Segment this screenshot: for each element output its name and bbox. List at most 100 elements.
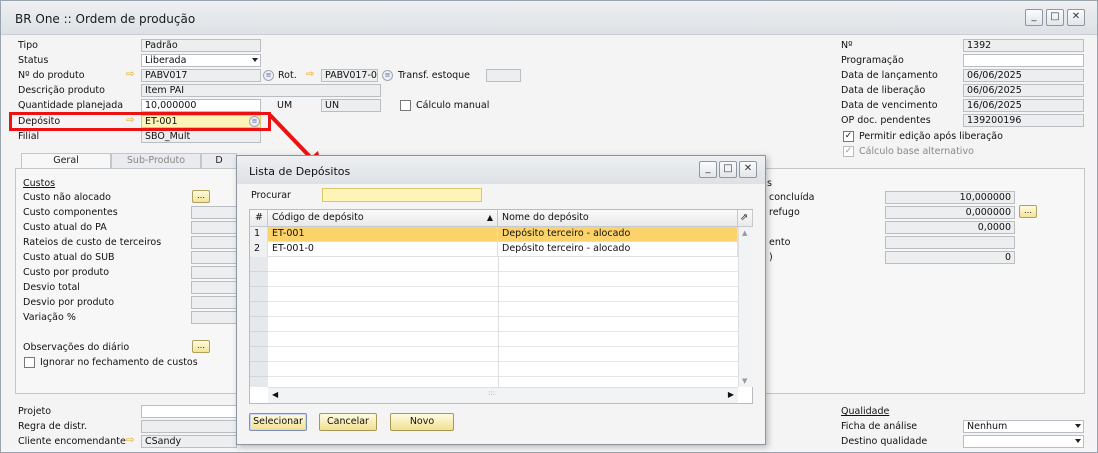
data-lancamento-label: Data de lançamento [841, 70, 938, 81]
refugo-field[interactable]: 0,000000 [885, 206, 1015, 219]
rot-field[interactable]: PABV017-01 [321, 69, 378, 82]
cancelar-button[interactable]: Cancelar [319, 413, 377, 431]
value-field[interactable]: 0,0000 [885, 221, 1015, 234]
ficha-label: Ficha de análise [841, 421, 918, 432]
table-row[interactable]: 1 ET-001 Depósito terceiro - alocado [250, 227, 738, 242]
custo-nao-alocado-button[interactable]: … [192, 190, 210, 203]
empty-rows [268, 257, 738, 387]
calculo-manual-label: Cálculo manual [416, 100, 490, 111]
maximize-button[interactable]: □ [1046, 9, 1064, 26]
um-field[interactable]: UN [321, 99, 381, 112]
cliente-field[interactable]: CSandy [141, 435, 237, 448]
title-bar: BR One :: Ordem de produção _ □ ✕ [1, 1, 1097, 35]
programacao-field[interactable] [963, 54, 1084, 67]
column-header[interactable]: Nome do depósito [498, 210, 738, 227]
status-select[interactable]: Liberada [141, 54, 261, 67]
numero-field[interactable]: 1392 [963, 39, 1084, 52]
link-arrow-icon[interactable]: ⇨ [126, 70, 137, 80]
ignorar-label: Ignorar no fechamento de custos [40, 357, 198, 368]
ento-label: ento [769, 237, 791, 248]
cost-label: Variação % [23, 312, 76, 323]
scroll-up-icon[interactable]: ▲ [742, 229, 747, 237]
cost-label: Rateios de custo de terceiros [23, 237, 162, 248]
cliente-label: Cliente encomendante [18, 436, 126, 447]
ignorar-checkbox[interactable] [24, 357, 35, 368]
projeto-label: Projeto [18, 406, 52, 417]
column-divider [498, 257, 499, 387]
row-code: ET-001 [268, 227, 498, 242]
search-input[interactable] [322, 188, 482, 202]
selecionar-button[interactable]: Selecionar [249, 413, 307, 431]
rot-label: Rot. [278, 70, 297, 81]
link-arrow-icon[interactable]: ⇨ [306, 70, 317, 80]
scroll-right-icon[interactable]: ▶ [728, 390, 734, 399]
refugo-label: refugo [769, 207, 800, 218]
filial-label: Filial [18, 131, 40, 142]
produto-field[interactable]: PABV017 [141, 69, 261, 82]
numero-label: Nº [841, 40, 853, 51]
destino-select[interactable] [963, 435, 1084, 448]
tipo-field[interactable]: Padrão [141, 39, 261, 52]
cost-field[interactable] [191, 206, 237, 219]
filial-field[interactable]: SBO_Mult [141, 130, 261, 143]
projeto-field[interactable] [141, 405, 237, 418]
choose-list-icon[interactable]: ≡ [382, 70, 393, 81]
scroll-left-icon[interactable]: ◀ [272, 390, 278, 399]
ficha-select[interactable]: Nenhum [963, 420, 1084, 433]
horizontal-scrollbar[interactable]: ◀::: ▶ [268, 387, 738, 403]
close-button[interactable]: ✕ [739, 161, 757, 178]
data-vencimento-label: Data de vencimento [841, 100, 938, 111]
tab-d[interactable]: D [201, 153, 237, 168]
observacoes-button[interactable]: … [192, 340, 210, 353]
close-button[interactable]: ✕ [1067, 9, 1085, 26]
scroll-thumb[interactable]: ::: [488, 389, 495, 397]
cost-field[interactable] [191, 281, 237, 294]
expand-icon[interactable]: ⇗ [738, 210, 753, 227]
cost-label: Custo não alocado [23, 192, 111, 203]
lista-depositos-dialog: Lista de Depósitos _ □ ✕ Procurar # Códi… [236, 155, 766, 445]
tab-geral[interactable]: Geral [21, 153, 111, 168]
cost-label: Custo por produto [23, 267, 110, 278]
ento-field[interactable] [885, 236, 1015, 249]
cost-field[interactable] [191, 236, 237, 249]
concluida-field[interactable]: 10,000000 [885, 191, 1015, 204]
vertical-scrollbar[interactable]: ▲ ▼ [738, 227, 753, 387]
descricao-field[interactable]: Item PAI [141, 84, 381, 97]
row-number: 1 [250, 227, 268, 242]
scroll-down-icon[interactable]: ▼ [742, 377, 747, 385]
cost-field[interactable] [191, 296, 237, 309]
minimize-button[interactable]: _ [699, 161, 717, 178]
op-pendentes-field[interactable]: 139200196 [963, 114, 1084, 127]
minimize-button[interactable]: _ [1025, 9, 1043, 26]
cost-field[interactable] [191, 311, 237, 324]
column-header[interactable]: Código de depósito ▲ [268, 210, 498, 227]
transf-field[interactable] [486, 69, 521, 82]
tab-sub-produto[interactable]: Sub-Produto [111, 153, 201, 168]
cost-field[interactable] [191, 221, 237, 234]
row-header-column [250, 257, 268, 387]
cost-field[interactable] [191, 266, 237, 279]
paren-field[interactable]: 0 [885, 251, 1015, 264]
data-vencimento-field[interactable]: 16/06/2025 [963, 99, 1084, 112]
op-pendentes-label: OP doc. pendentes [841, 115, 931, 126]
transf-label: Transf. estoque [398, 70, 471, 81]
link-arrow-icon[interactable]: ⇨ [126, 436, 137, 446]
regra-field[interactable] [141, 420, 237, 433]
column-header[interactable]: # [250, 210, 268, 227]
data-lancamento-field[interactable]: 06/06/2025 [963, 69, 1084, 82]
permitir-edicao-checkbox[interactable]: ✓ [843, 131, 854, 142]
calculo-alternativo-checkbox[interactable]: ✓ [843, 146, 854, 157]
quantidade-field[interactable]: 10,000000 [141, 99, 261, 112]
table-row[interactable]: 2 ET-001-0 Depósito terceiro - alocado [250, 242, 738, 257]
descricao-label: Descrição produto [18, 85, 105, 96]
procurar-label: Procurar [251, 190, 291, 201]
calculo-manual-checkbox[interactable] [400, 100, 411, 111]
data-liberacao-field[interactable]: 06/06/2025 [963, 84, 1084, 97]
maximize-button[interactable]: □ [719, 161, 737, 178]
highlight-box [9, 112, 271, 131]
novo-button[interactable]: Novo [390, 413, 454, 431]
refugo-button[interactable]: … [1019, 205, 1037, 218]
choose-list-icon[interactable]: ≡ [263, 70, 274, 81]
data-liberacao-label: Data de liberação [841, 85, 926, 96]
cost-field[interactable] [191, 251, 237, 264]
